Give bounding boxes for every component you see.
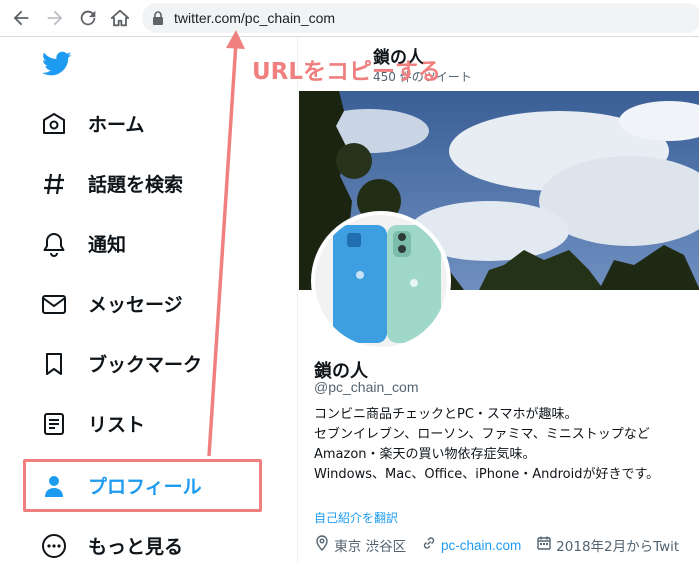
list-icon	[44, 413, 64, 435]
sidebar-item-messages[interactable]: メッセージ	[40, 283, 280, 323]
joined-date: 2018年2月からTwit	[556, 539, 680, 555]
sidebar-item-explore[interactable]: 話題を検索	[40, 163, 280, 203]
profile-column: 鎖の人 450 件のツイート 鎖の人 @pc_chain_com コンビニ商品チ…	[297, 37, 699, 564]
sidebar-item-label: ホーム	[88, 114, 145, 136]
link-icon	[421, 535, 437, 555]
profile-highlight-box	[23, 459, 262, 512]
sidebar-item-label: 通知	[88, 234, 127, 256]
sidebar-item-label: もっと見る	[88, 536, 184, 558]
location-icon	[314, 535, 330, 555]
location-text: 東京 渋谷区	[334, 539, 407, 555]
website-link[interactable]: pc-chain.com	[441, 538, 521, 553]
sidebar-item-label: リスト	[88, 414, 146, 436]
bio-line: Windows、Mac、Office、iPhone・Androidが好きです。	[314, 467, 660, 482]
bio-line: コンビニ商品チェックとPC・スマホが趣味。	[314, 407, 578, 422]
profile-avatar[interactable]	[311, 211, 451, 351]
hashtag-icon	[44, 173, 64, 195]
envelope-icon	[42, 295, 66, 314]
profile-bio: コンビニ商品チェックとPC・スマホが趣味。 セブンイレブン、ローソン、ファミマ、…	[314, 405, 659, 485]
browser-toolbar: twitter.com/pc_chain_com	[0, 0, 699, 37]
lock-icon	[153, 11, 163, 25]
back-arrow-icon[interactable]	[10, 7, 32, 29]
reload-icon[interactable]	[77, 7, 99, 29]
home-icon[interactable]	[109, 7, 131, 29]
sidebar-item-bookmarks[interactable]: ブックマーク	[40, 343, 280, 383]
profile-handle: @pc_chain_com	[314, 379, 419, 395]
sidebar-item-home[interactable]: ホーム	[40, 103, 280, 143]
address-bar[interactable]: twitter.com/pc_chain_com	[142, 3, 699, 33]
sidebar-item-label: ブックマーク	[88, 354, 203, 376]
annotation-label: URLをコピーする	[252, 59, 442, 85]
bio-line: Amazon・楽天の買い物依存症気味。	[314, 447, 536, 462]
twitter-bird-icon[interactable]	[42, 51, 72, 77]
sidebar-item-lists[interactable]: リスト	[40, 403, 280, 443]
home-icon	[43, 113, 65, 134]
smartphones-image	[315, 215, 447, 347]
sidebar-item-label: 話題を検索	[88, 174, 184, 196]
profile-meta: 東京 渋谷区 pc-chain.com 2018年2月からTwit	[314, 535, 679, 555]
sidebar-item-label: メッセージ	[88, 294, 183, 316]
translate-bio-link[interactable]: 自己紹介を翻訳	[314, 509, 398, 526]
sidebar-item-more[interactable]: もっと見る	[40, 525, 280, 565]
url-text[interactable]: twitter.com/pc_chain_com	[174, 10, 335, 26]
forward-arrow-icon[interactable]	[44, 7, 66, 29]
bookmark-icon	[46, 353, 62, 375]
bell-icon	[43, 233, 65, 257]
sidebar-item-notifications[interactable]: 通知	[40, 223, 280, 263]
calendar-icon	[536, 535, 552, 555]
bio-line: セブンイレブン、ローソン、ファミマ、ミニストップなど	[314, 427, 650, 442]
more-circle-icon	[42, 534, 66, 558]
